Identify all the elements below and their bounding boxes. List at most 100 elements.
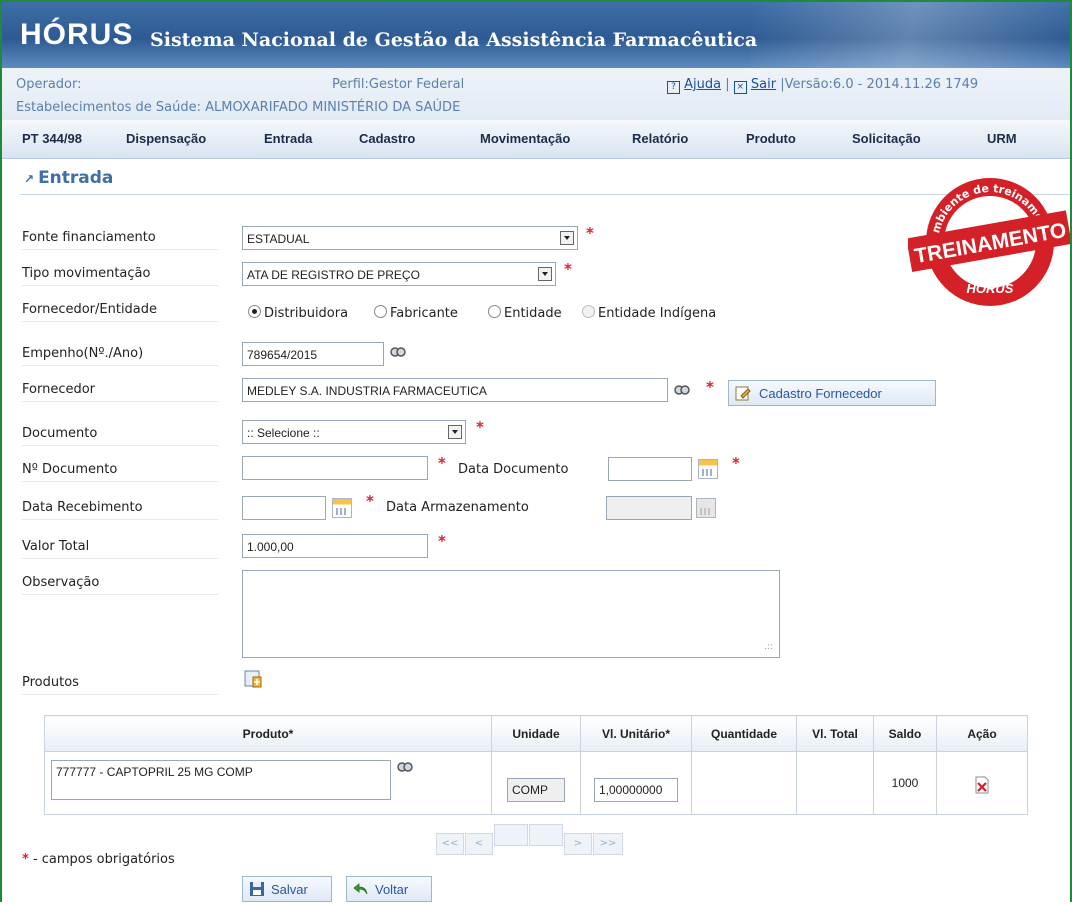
radio-label: Fabricante	[390, 306, 458, 321]
products-table: Produto* Unidade Vl. Unitário* Quantidad…	[44, 715, 1028, 815]
radio-fabricante[interactable]: Fabricante	[374, 305, 458, 321]
required-marker: *	[706, 378, 714, 396]
link-separator: |	[725, 77, 730, 92]
app-logo: HÓRUS	[20, 18, 134, 51]
required-marker: *	[476, 418, 484, 436]
help-icon[interactable]: ?	[667, 81, 680, 94]
num-documento-input[interactable]	[242, 456, 428, 480]
stamp-bottom-text: HÓRUS	[967, 281, 1014, 296]
operador-label: Operador:	[16, 77, 82, 92]
data-documento-input[interactable]	[608, 457, 692, 481]
help-link[interactable]: Ajuda	[684, 77, 721, 92]
pager-first-button[interactable]: <<	[436, 833, 464, 855]
required-marker: *	[438, 532, 446, 550]
fornecedor-label: Fornecedor	[22, 382, 218, 402]
required-marker: *	[586, 224, 594, 242]
empenho-input[interactable]: 789654/2015	[242, 342, 384, 366]
cell-unidade: COMP	[491, 751, 581, 815]
cell-quantidade[interactable]	[691, 751, 797, 815]
app-frame: HÓRUS Sistema Nacional de Gestão da Assi…	[0, 0, 1072, 902]
menu-item-relatorio[interactable]: Relatório	[632, 131, 688, 146]
documento-select-value: :: Selecione ::	[247, 426, 320, 440]
required-marker: *	[366, 492, 374, 510]
tipo-label: Tipo movimentação	[22, 266, 218, 286]
chevron-down-icon[interactable]	[560, 231, 574, 245]
produto-input[interactable]: 777777 - CAPTOPRIL 25 MG COMP	[51, 760, 391, 800]
save-button-label: Salvar	[271, 882, 308, 897]
calendar-icon[interactable]	[332, 498, 352, 518]
col-header-vl-total[interactable]: Vl. Total	[796, 715, 874, 752]
main-menu: PT 344/98 Dispensação Entrada Cadastro M…	[2, 120, 1070, 159]
search-binoculars-icon[interactable]	[397, 760, 413, 774]
exit-icon[interactable]: ×	[733, 81, 747, 94]
app-subtitle: Sistema Nacional de Gestão da Assistênci…	[150, 29, 758, 51]
search-binoculars-icon[interactable]	[390, 345, 406, 359]
exit-link[interactable]: Sair	[751, 77, 776, 92]
fonte-select[interactable]: ESTADUAL	[242, 226, 578, 250]
fornecedor-input[interactable]: MEDLEY S.A. INDUSTRIA FARMACEUTICA	[242, 378, 668, 402]
radio-entidade-indigena[interactable]: Entidade Indígena	[582, 305, 716, 321]
radio-button-icon[interactable]	[488, 305, 501, 318]
menu-item-movimentacao[interactable]: Movimentação	[480, 131, 570, 146]
required-star: *	[22, 852, 29, 867]
menu-item-cadastro[interactable]: Cadastro	[359, 131, 415, 146]
col-header-unidade[interactable]: Unidade	[491, 715, 581, 752]
add-product-icon[interactable]	[244, 670, 262, 688]
observacao-textarea[interactable]	[242, 570, 780, 658]
menu-item-entrada[interactable]: Entrada	[264, 131, 312, 146]
cell-saldo: 1000	[873, 751, 937, 815]
chevron-down-icon[interactable]	[538, 267, 552, 281]
menu-item-pt344[interactable]: PT 344/98	[22, 131, 82, 146]
radio-button-icon[interactable]	[582, 305, 595, 318]
required-marker: *	[564, 260, 572, 278]
col-header-acao[interactable]: Ação	[936, 715, 1028, 752]
calendar-icon[interactable]	[698, 459, 718, 479]
data-recebimento-label: Data Recebimento	[22, 500, 218, 520]
col-header-quantidade[interactable]: Quantidade	[691, 715, 797, 752]
cell-produto: 777777 - CAPTOPRIL 25 MG COMP	[44, 751, 492, 815]
fonte-select-value: ESTADUAL	[247, 232, 310, 246]
back-button[interactable]: Voltar	[346, 876, 432, 902]
pager-page-box[interactable]	[529, 824, 563, 846]
radio-button-icon[interactable]	[248, 305, 261, 318]
radio-label: Entidade Indígena	[598, 306, 717, 321]
delete-row-icon[interactable]	[974, 776, 990, 794]
pager-prev-button[interactable]: <	[465, 833, 493, 855]
search-binoculars-icon[interactable]	[674, 383, 690, 397]
version-label: |Versão:6.0 - 2014.11.26 1749	[780, 77, 979, 92]
fornecedor-entidade-label: Fornecedor/Entidade	[22, 302, 218, 322]
calendar-icon	[696, 498, 716, 518]
info-bar: Operador: Perfil:Gestor Federal ? Ajuda …	[2, 68, 1070, 120]
col-header-produto[interactable]: Produto*	[44, 715, 492, 752]
data-recebimento-input[interactable]	[242, 496, 326, 520]
pager-page-box[interactable]	[494, 824, 528, 846]
back-button-label: Voltar	[375, 882, 409, 897]
menu-item-produto[interactable]: Produto	[746, 131, 796, 146]
col-header-saldo[interactable]: Saldo	[873, 715, 937, 752]
menu-item-urm[interactable]: URM	[987, 131, 1017, 146]
vl-unitario-input[interactable]: 1,00000000	[594, 778, 678, 802]
num-documento-label: Nº Documento	[22, 462, 218, 482]
cadastro-fornecedor-label: Cadastro Fornecedor	[759, 386, 882, 401]
documento-select[interactable]: :: Selecione ::	[242, 420, 466, 444]
menu-item-solicitacao[interactable]: Solicitação	[852, 131, 921, 146]
data-armazenamento-label: Data Armazenamento	[386, 500, 529, 515]
menu-item-dispensacao[interactable]: Dispensação	[126, 131, 206, 146]
cadastro-fornecedor-button[interactable]: Cadastro Fornecedor	[728, 380, 936, 406]
header-banner: HÓRUS Sistema Nacional de Gestão da Assi…	[2, 2, 1070, 68]
pager-last-button[interactable]: >>	[593, 833, 623, 855]
radio-button-icon[interactable]	[374, 305, 387, 318]
chevron-down-icon[interactable]	[448, 425, 462, 439]
edit-document-icon	[735, 386, 751, 401]
pager-next-button[interactable]: >	[564, 833, 592, 855]
required-marker: *	[732, 454, 740, 472]
col-header-vl-unitario[interactable]: Vl. Unitário*	[580, 715, 692, 752]
table-row: 777777 - CAPTOPRIL 25 MG COMP COMP 1,000…	[44, 751, 1028, 815]
tipo-select[interactable]: ATA DE REGISTRO DE PREÇO	[242, 262, 556, 286]
save-button[interactable]: Salvar	[242, 876, 332, 902]
resize-grip-icon[interactable]: .::	[764, 642, 773, 652]
valor-total-input[interactable]: 1.000,00	[242, 534, 428, 558]
radio-distribuidora[interactable]: Distribuidora	[248, 305, 348, 321]
data-documento-label: Data Documento	[458, 462, 569, 477]
radio-entidade[interactable]: Entidade	[488, 305, 562, 321]
